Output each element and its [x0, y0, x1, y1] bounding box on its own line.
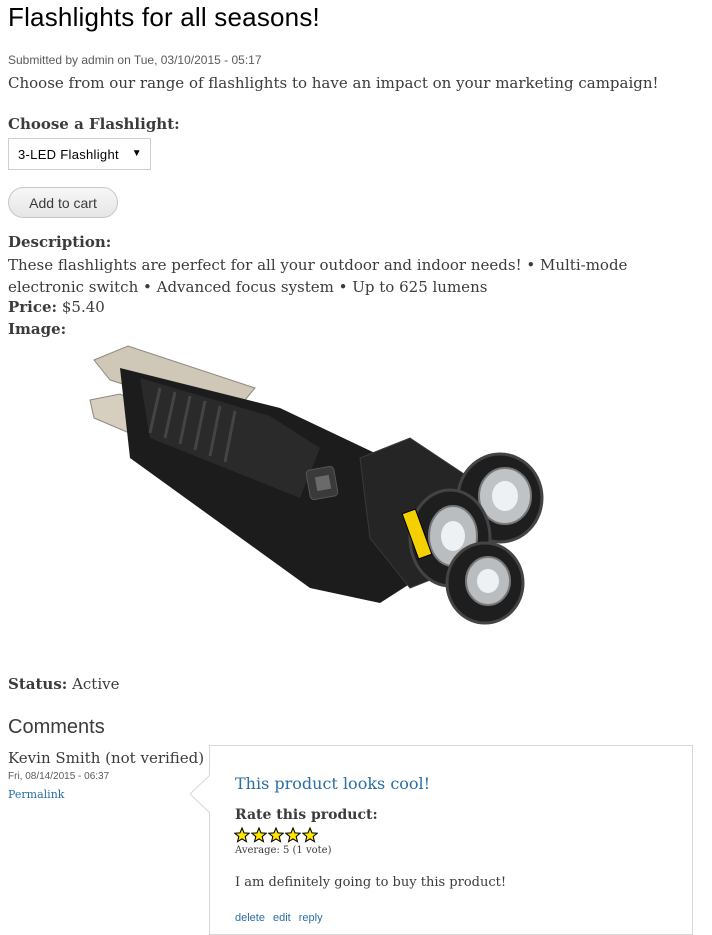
rating-average: Average: 5 (1 vote): [235, 845, 332, 856]
comment-author: Kevin Smith (not verified): [8, 749, 205, 767]
choose-flashlight-label: Choose a Flashlight:: [8, 115, 180, 133]
rate-product-label: Rate this product:: [235, 807, 378, 823]
comment-date: Fri, 08/14/2015 - 06:37: [8, 771, 110, 782]
star-icon[interactable]: [285, 827, 301, 843]
status-value: Active: [72, 675, 120, 693]
comments-heading: Comments: [8, 716, 105, 738]
star-icon[interactable]: [251, 827, 267, 843]
flashlight-product-image: [89, 345, 544, 625]
description-text: These flashlights are perfect for all yo…: [8, 256, 628, 296]
comment-body: I am definitely going to buy this produc…: [235, 875, 507, 890]
star-icon[interactable]: [234, 827, 250, 843]
comment-delete-link[interactable]: delete: [235, 912, 265, 924]
rating-stars[interactable]: [234, 827, 318, 843]
status-label: Status:: [8, 675, 68, 693]
status-field: Status: Active: [8, 675, 120, 693]
comment-reply-link[interactable]: reply: [299, 912, 323, 924]
price-label: Price:: [8, 298, 58, 316]
image-label: Image:: [8, 320, 67, 338]
flashlight-select[interactable]: 3-LED Flashlight ▼: [8, 138, 151, 170]
select-value: 3-LED Flashlight: [18, 146, 119, 162]
description-label: Description:: [8, 233, 112, 251]
intro-text: Choose from our range of flashlights to …: [8, 74, 659, 92]
add-to-cart-button[interactable]: Add to cart: [8, 187, 118, 218]
dropdown-arrow-icon: ▼: [131, 148, 142, 159]
comment-edit-link[interactable]: edit: [273, 912, 291, 924]
price-value: $5.40: [61, 298, 105, 316]
submitted-info: Submitted by admin on Tue, 03/10/2015 - …: [8, 53, 262, 67]
comment-permalink[interactable]: Permalink: [8, 788, 64, 801]
comment-links: delete edit reply: [235, 912, 323, 924]
comment-subject[interactable]: This product looks cool!: [235, 774, 430, 793]
page-title: Flashlights for all seasons!: [8, 2, 320, 32]
star-icon[interactable]: [268, 827, 284, 843]
price-field: Price: $5.40: [8, 298, 105, 316]
star-icon[interactable]: [302, 827, 318, 843]
